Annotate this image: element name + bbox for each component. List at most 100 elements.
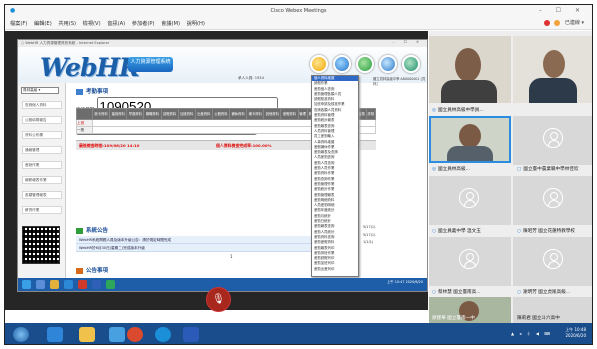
excel-icon[interactable]	[106, 280, 115, 289]
search-icon[interactable]	[36, 280, 45, 289]
participant-face	[455, 48, 481, 82]
folder-icon[interactable]	[79, 327, 95, 342]
status-icon	[543, 19, 550, 26]
left-navigation: 員林高級 ▾ 查詢個人資料 公務填寫報告 資料公布欄 通報管理 差勤作業 報薪報…	[18, 83, 66, 283]
ie-window-controls[interactable]: – ☐ ✕	[393, 40, 423, 44]
participant-avatar-tile[interactable]	[429, 237, 511, 286]
table-header-cell: 早退資料	[126, 108, 145, 120]
nav-item-2[interactable]: 資料公布欄	[22, 131, 62, 139]
chrome-icon[interactable]	[78, 280, 87, 289]
last-check-time: 最後檢查時間:109/06/20 14:10	[79, 143, 140, 148]
chrome-icon[interactable]	[127, 327, 143, 342]
row-label: 一般	[76, 126, 93, 134]
nav-item-4[interactable]: 差勤作業	[22, 161, 62, 169]
webex-menubar: 檔案(F) 編輯(E) 共用(S) 檢視(V) 音訊(A) 參加者(P) 會議(…	[5, 17, 592, 30]
network-icon	[554, 19, 561, 26]
status-icon: ○	[432, 290, 437, 295]
webex-icon[interactable]	[155, 327, 171, 342]
participant-avatar-tile[interactable]	[429, 176, 511, 225]
nav-item-6[interactable]: 各類管理報表	[22, 191, 62, 199]
function-dropdown-menu[interactable]: 個人資料維護 請假作業 差勤個人查詢 差勤管理各類人員 請假核准資料 加班申請及核准作業查…	[311, 75, 359, 277]
date-text: 5/17(1)	[363, 232, 376, 237]
nav-item-0[interactable]: 查詢個人資料	[22, 101, 62, 109]
ie-icon[interactable]	[64, 280, 73, 289]
help-icon[interactable]	[356, 55, 374, 73]
menu-share[interactable]: 共用(S)	[58, 20, 76, 27]
screenshot-frame: ● Cisco Webex Meetings – ☐ ✕ 檔案(F) 編輯(E)…	[4, 4, 593, 345]
list-item[interactable]: WebHR系統問題人員及版本升級公告：請於規定時間完成	[76, 236, 331, 244]
menu-edit[interactable]: 編輯(E)	[34, 20, 52, 27]
avatar-icon	[543, 188, 563, 208]
unit-select[interactable]: 員林高級 ▾	[21, 87, 59, 94]
menu-participants[interactable]: 參加者(P)	[132, 20, 155, 27]
participant-body	[529, 78, 577, 103]
menu-meeting[interactable]: 會議(M)	[161, 20, 180, 27]
ie-icon[interactable]	[47, 327, 63, 342]
webhr-logo: WebHR	[40, 53, 140, 82]
word-icon[interactable]	[183, 327, 199, 342]
avatar-icon	[459, 249, 479, 269]
table-header-cell: 補卡資料	[246, 108, 265, 120]
shared-screen: ○ WebHR 人力資源管理資訊系統 - Internet Explorer –…	[17, 39, 428, 292]
completion-rate: 個人資料檢查完成率:100.00%	[216, 143, 272, 148]
status-icon: ○	[517, 229, 522, 234]
menu-file[interactable]: 檔案(F)	[10, 20, 27, 27]
participant-avatar-tile[interactable]	[513, 237, 592, 286]
webhr-banner: WebHR 人力資源管理系統 承人人員: 1934 國立員林高級中學 AB000…	[18, 47, 427, 86]
app-icon[interactable]	[109, 327, 125, 342]
taskbar-clock[interactable]: 上午 10:48 2020/6/20	[565, 327, 586, 339]
participant-face	[459, 124, 481, 148]
table-header-cell: 其他資料	[263, 108, 282, 120]
table-header-cell: 管理	[297, 108, 308, 120]
dropdown-list: 個人資料維護 請假作業 差勤個人查詢 差勤管理各類人員 請假核准資料 加班申請及核准作業查…	[312, 76, 358, 272]
info-icon[interactable]	[379, 55, 397, 73]
menu-audio[interactable]: 音訊(A)	[107, 20, 125, 27]
start-orb-icon[interactable]	[13, 327, 29, 342]
mail-icon[interactable]	[333, 55, 351, 73]
table-header-cell: 補休資料	[228, 108, 248, 120]
participant-body	[447, 146, 493, 161]
nav-item-3[interactable]: 通報管理	[22, 146, 62, 154]
connection-status[interactable]: 已連線 ▾	[543, 19, 584, 26]
section-icon	[76, 267, 83, 274]
attendance-section-title: 考勤事項	[76, 87, 108, 95]
participant-label: 廖建華 國立臺南一中	[432, 316, 475, 321]
participant-label: ◎ 國立員林高級...	[432, 167, 470, 172]
organization-info: 國立員林高級中學 AB0000001 [員林]	[373, 77, 426, 86]
date-text: 1/1(1)	[363, 240, 374, 244]
page-number[interactable]: 1	[230, 254, 233, 259]
webex-titlebar: ● Cisco Webex Meetings – ☐ ✕	[5, 5, 592, 17]
menu-view[interactable]: 檢視(V)	[83, 20, 101, 27]
dropdown-item[interactable]: 差勤出差列印	[312, 267, 358, 272]
nav-item-7[interactable]: 薪資作業	[22, 206, 62, 214]
participant-video-active[interactable]	[429, 116, 511, 163]
system-tray[interactable]: ▲ ◂ ⏚ ◀ ⌨	[511, 331, 552, 337]
table-header-cell: 公假資料	[211, 108, 231, 120]
table-header-cell: 請假資料	[160, 108, 179, 120]
participant-label: ◎ 國立員林高級中學員...	[432, 108, 484, 113]
window-controls[interactable]: – ☐ ✕	[539, 7, 586, 14]
participant-video[interactable]	[429, 36, 511, 103]
avatar-icon	[543, 128, 563, 148]
table-header-cell: 缺卡資料	[91, 108, 111, 120]
list-item[interactable]: WebHR於6月30日(星期二)完成版本升級	[76, 244, 331, 252]
home-icon[interactable]	[310, 55, 328, 73]
nav-item-5[interactable]: 報薪報表作業	[22, 176, 62, 184]
status-icon: ○	[432, 229, 437, 234]
microphone-icon[interactable]: 🎙	[206, 287, 231, 312]
nav-item-1[interactable]: 公務填寫報告	[22, 116, 62, 124]
word-icon[interactable]	[92, 280, 101, 289]
participant-avatar-tile[interactable]	[513, 176, 592, 225]
menu-help[interactable]: 說明(H)	[187, 20, 205, 27]
row-label: 上班	[76, 119, 93, 127]
start-icon[interactable]	[22, 280, 31, 289]
participant-face	[543, 50, 565, 78]
logout-icon[interactable]	[402, 55, 420, 73]
avatar-icon	[459, 188, 479, 208]
shared-clock: 上午 10:47 2020/6/20	[386, 280, 423, 284]
participant-avatar-tile[interactable]	[513, 116, 592, 165]
table-header-cell: 評核	[365, 108, 377, 120]
windows-taskbar: ▲ ◂ ⏚ ◀ ⌨ 上午 10:48 2020/6/20	[5, 323, 592, 344]
folder-icon[interactable]	[50, 280, 59, 289]
participant-video[interactable]	[513, 36, 592, 103]
